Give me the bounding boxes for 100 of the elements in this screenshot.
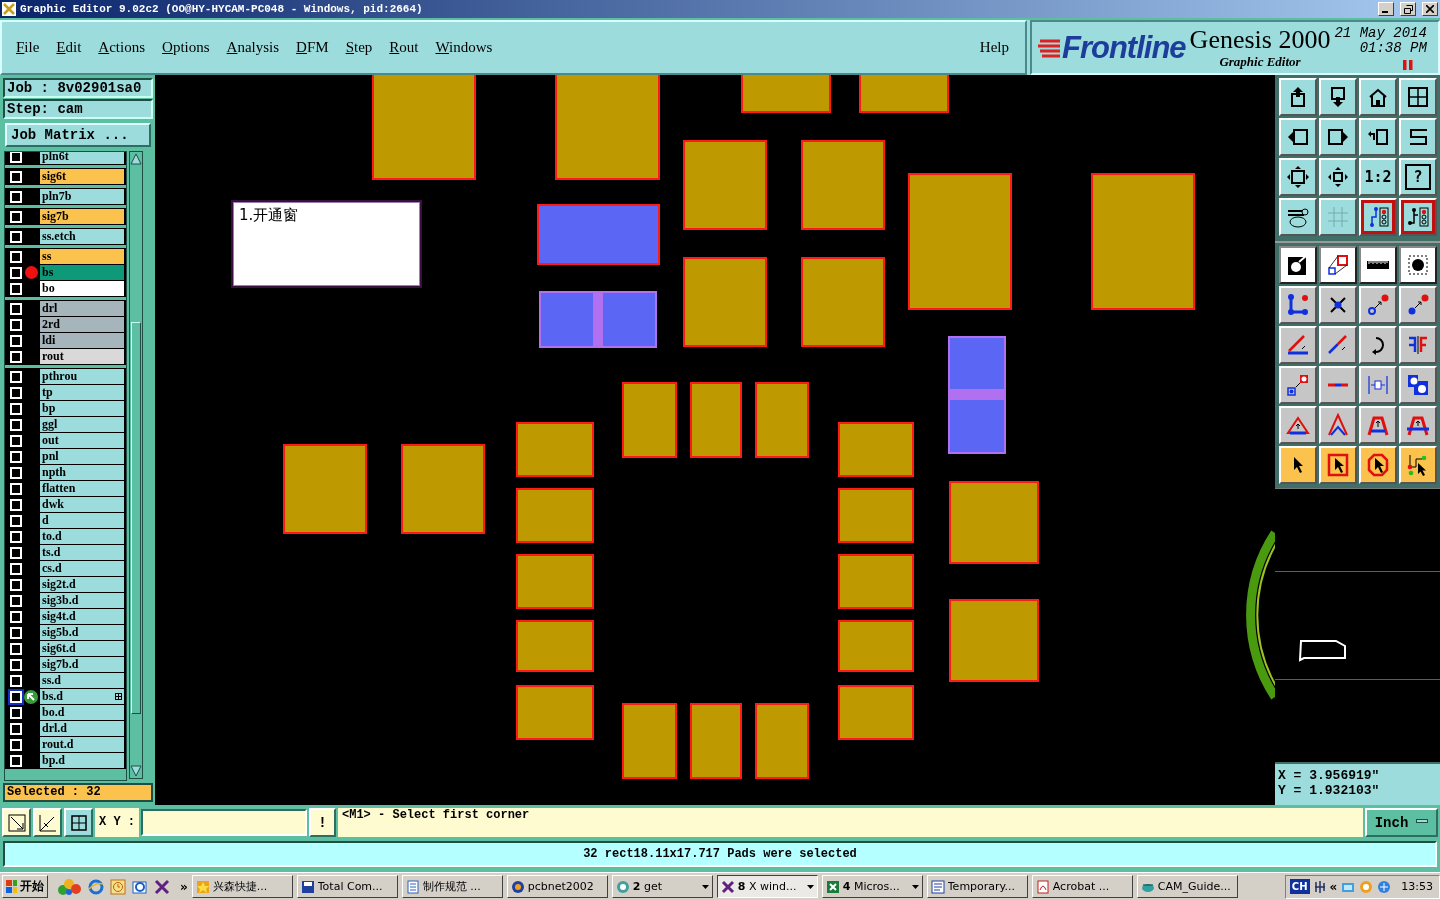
layer-name[interactable]: 2rd xyxy=(40,317,124,332)
browser-icon[interactable] xyxy=(88,878,104,895)
layer-checkbox[interactable] xyxy=(10,498,22,511)
layer-name[interactable]: npth xyxy=(40,465,124,480)
layer-name[interactable]: sig6t.d xyxy=(40,641,124,656)
transform-button[interactable] xyxy=(1319,246,1357,284)
snap-angle-button[interactable] xyxy=(33,808,62,837)
layer-name[interactable]: rout xyxy=(40,349,124,364)
scrollbar[interactable] xyxy=(129,151,143,779)
circuit-button[interactable] xyxy=(1399,198,1437,236)
layer-checkbox[interactable] xyxy=(10,434,22,447)
layer-name[interactable]: ss.d xyxy=(40,673,124,688)
menu-item[interactable]: Options xyxy=(162,39,210,56)
layer-name[interactable]: ggl xyxy=(40,417,124,432)
layer-checkbox[interactable] xyxy=(10,514,22,527)
angle-line-button[interactable] xyxy=(1279,326,1317,364)
layer-name[interactable]: pthrou xyxy=(40,369,124,384)
layer-name[interactable]: sig6t xyxy=(40,169,124,184)
pointer-button[interactable] xyxy=(1279,446,1317,484)
move-point-button[interactable] xyxy=(1359,286,1397,324)
layer-checkbox[interactable] xyxy=(10,610,22,623)
taskbar-button[interactable]: CAM_Guide... xyxy=(1136,875,1238,898)
layer-name[interactable]: to.d xyxy=(40,529,124,544)
mirror-button[interactable] xyxy=(1399,326,1437,364)
squares-button[interactable] xyxy=(1279,366,1317,404)
pointer-button[interactable] xyxy=(1319,446,1357,484)
layer-checkbox[interactable] xyxy=(10,674,22,687)
layer-checkbox[interactable] xyxy=(10,482,22,495)
layer-checkbox[interactable] xyxy=(10,334,22,347)
menu-item[interactable]: DFM xyxy=(296,39,329,56)
layer-name[interactable]: bs xyxy=(40,265,124,280)
menu-item[interactable]: Rout xyxy=(389,39,419,56)
snapshot-button[interactable] xyxy=(1279,246,1317,284)
arch-button[interactable] xyxy=(1359,406,1397,444)
layer-name[interactable]: rout.d xyxy=(40,737,124,752)
line-segment-button[interactable] xyxy=(1319,366,1357,404)
zoom-corner-button[interactable] xyxy=(2,808,31,837)
layer-name[interactable]: pln7b xyxy=(40,189,124,204)
clock-icon[interactable] xyxy=(110,878,126,895)
layer-name[interactable]: pln6t xyxy=(40,152,124,164)
layer-checkbox[interactable] xyxy=(10,706,22,719)
layer-checkbox[interactable] xyxy=(10,210,22,223)
grid-button[interactable] xyxy=(1319,198,1357,236)
arch-button[interactable] xyxy=(1319,406,1357,444)
menu-item[interactable]: File xyxy=(16,39,40,56)
layer-checkbox[interactable] xyxy=(10,318,22,331)
layer-name[interactable]: sig7b.d xyxy=(40,657,124,672)
layer-checkbox[interactable] xyxy=(10,266,22,279)
box-arrow-down-button[interactable] xyxy=(1319,78,1357,116)
layer-checkbox[interactable] xyxy=(10,152,22,163)
help-button[interactable]: ? xyxy=(1399,158,1437,196)
layer-name[interactable]: ss xyxy=(40,249,124,264)
layer-name[interactable]: bp.d xyxy=(40,753,124,768)
layer-name[interactable]: sig5b.d xyxy=(40,625,124,640)
tray-expand-button[interactable]: « xyxy=(1329,879,1338,894)
minimize-button[interactable] xyxy=(1378,2,1394,16)
layer-checkbox[interactable] xyxy=(10,386,22,399)
layer-checkbox[interactable] xyxy=(10,350,22,363)
circuit-button[interactable] xyxy=(1359,198,1397,236)
measure-button[interactable] xyxy=(1359,366,1397,404)
undo-box-button[interactable] xyxy=(1359,118,1397,156)
layer-name[interactable]: ss.etch xyxy=(40,229,124,244)
curved-arrow-button[interactable] xyxy=(1359,326,1397,364)
layer-checkbox[interactable] xyxy=(10,642,22,655)
layer-name[interactable]: drl.d xyxy=(40,721,124,736)
layer-checkbox[interactable] xyxy=(10,690,22,703)
layer-name[interactable]: sig4t.d xyxy=(40,609,124,624)
layer-checkbox[interactable] xyxy=(10,282,22,295)
layer-name[interactable]: bp xyxy=(40,401,124,416)
layer-checkbox[interactable] xyxy=(10,562,22,575)
taskbar-button[interactable]: Acrobat ... xyxy=(1031,875,1133,898)
layer-name[interactable]: sig7b xyxy=(40,209,124,224)
xy-input-field[interactable] xyxy=(141,809,307,836)
layer-name[interactable]: tp xyxy=(40,385,124,400)
menu-item[interactable]: Windows xyxy=(435,39,493,56)
fit-box-button[interactable] xyxy=(1319,158,1357,196)
layer-name[interactable]: bo xyxy=(40,281,124,296)
layer-checkbox[interactable] xyxy=(10,370,22,383)
layer-name[interactable]: sig2t.d xyxy=(40,577,124,592)
window-grid-button[interactable] xyxy=(1399,78,1437,116)
layer-checkbox[interactable] xyxy=(10,594,22,607)
layer-checkbox[interactable] xyxy=(10,530,22,543)
layer-name[interactable]: flatten xyxy=(40,481,124,496)
taskbar-button[interactable]: 兴森快捷... xyxy=(191,875,293,898)
layer-checkbox[interactable] xyxy=(10,190,22,203)
taskbar-button[interactable]: pcbnet2002 xyxy=(506,875,608,898)
layer-checkbox[interactable] xyxy=(10,302,22,315)
scroll-down-icon[interactable] xyxy=(130,765,142,777)
start-button[interactable]: 开始 xyxy=(2,875,48,898)
layer-checkbox[interactable] xyxy=(10,738,22,751)
box-arrow-up-button[interactable] xyxy=(1279,78,1317,116)
layer-checkbox[interactable] xyxy=(10,250,22,263)
move-point-button[interactable] xyxy=(1399,286,1437,324)
x-icon[interactable] xyxy=(154,878,170,895)
layer-name[interactable]: d xyxy=(40,513,124,528)
diagonal-line-button[interactable] xyxy=(1319,326,1357,364)
menu-item[interactable]: Step xyxy=(345,39,373,56)
arch-button[interactable] xyxy=(1399,406,1437,444)
layer-name[interactable]: bs.d xyxy=(40,689,124,704)
alert-button[interactable]: ! xyxy=(309,808,336,837)
